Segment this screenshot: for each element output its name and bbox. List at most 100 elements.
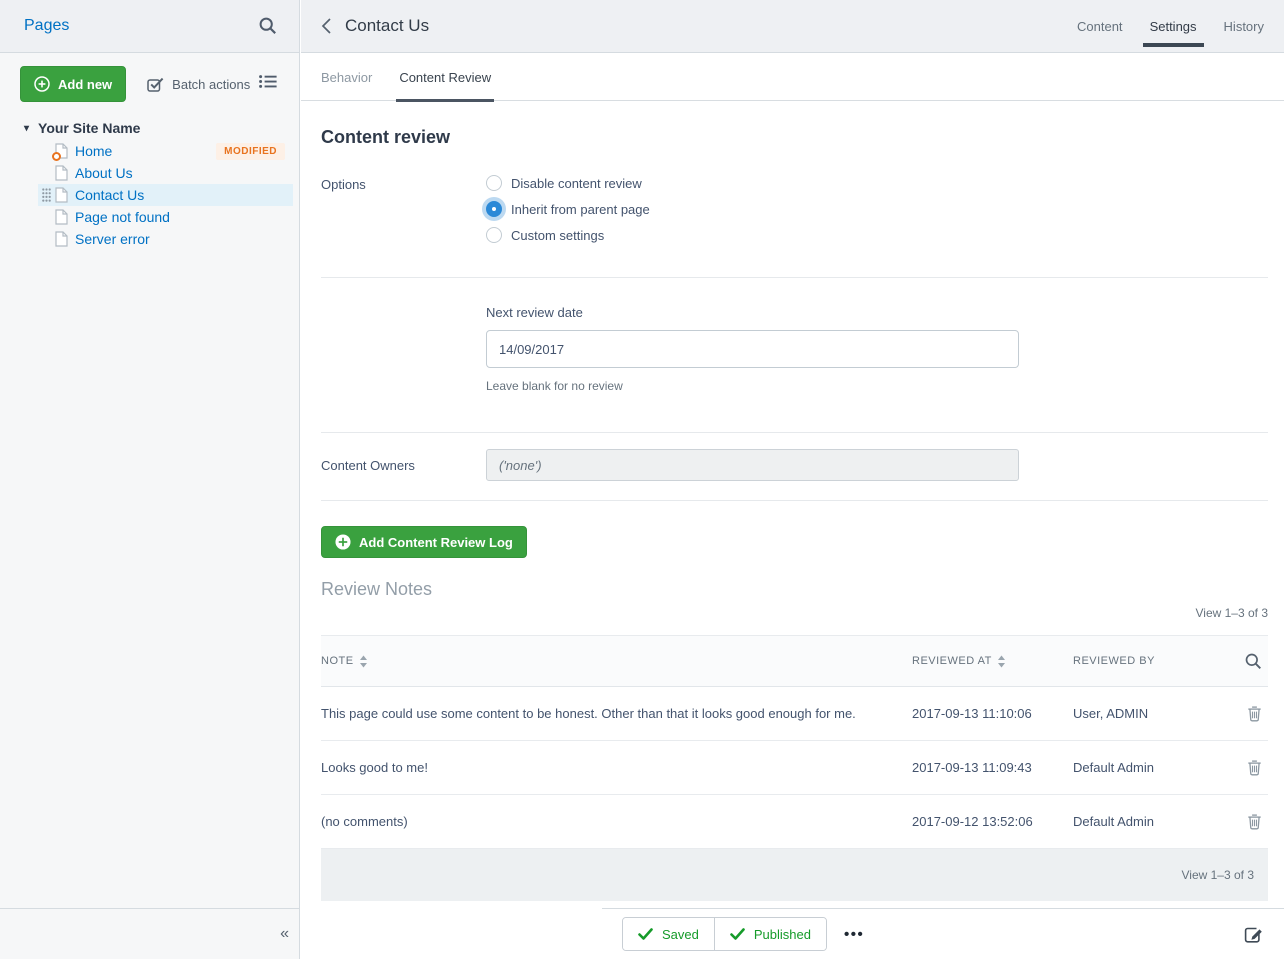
reviewed-at-cell: 2017-09-12 13:52:06 xyxy=(912,814,1073,829)
reviewed-by-cell: User, ADMIN xyxy=(1073,706,1223,721)
checkbox-check-icon xyxy=(147,77,164,92)
published-button[interactable]: Published xyxy=(714,918,826,950)
more-actions-icon[interactable]: ••• xyxy=(844,926,864,943)
main-header: Contact Us Content Settings History xyxy=(301,0,1284,53)
column-label: REVIEWED BY xyxy=(1073,655,1155,667)
drag-handle-icon[interactable] xyxy=(42,188,51,202)
radio-option-label: Custom settings xyxy=(511,228,604,243)
add-new-label: Add new xyxy=(58,77,112,92)
delete-icon[interactable] xyxy=(1247,813,1262,830)
batch-actions-button[interactable]: Batch actions xyxy=(141,76,256,93)
column-header-note[interactable]: NOTE xyxy=(321,655,912,668)
column-header-reviewed-at[interactable]: REVIEWED AT xyxy=(912,655,1073,668)
published-label: Published xyxy=(754,927,811,942)
delete-icon[interactable] xyxy=(1247,759,1262,776)
batch-actions-label: Batch actions xyxy=(172,77,250,92)
column-header-reviewed-by[interactable]: REVIEWED BY xyxy=(1073,655,1223,667)
radio-group: Disable content review Inherit from pare… xyxy=(486,175,650,253)
sort-icon[interactable] xyxy=(359,655,368,668)
radio-option-label: Inherit from parent page xyxy=(511,202,650,217)
page-icon xyxy=(55,187,68,203)
column-label: NOTE xyxy=(321,655,354,667)
sort-icon[interactable] xyxy=(997,655,1006,668)
back-icon[interactable] xyxy=(321,17,332,35)
content-owners-field: ('none') xyxy=(486,449,1019,481)
table-footer: View 1–3 of 3 xyxy=(321,849,1268,901)
note-cell: (no comments) xyxy=(321,814,912,829)
page-icon xyxy=(55,209,68,225)
search-icon[interactable] xyxy=(259,17,277,35)
content-owners-row: Content Owners ('none') xyxy=(321,449,1268,481)
reviewed-at-cell: 2017-09-13 11:10:06 xyxy=(912,706,1073,721)
radio-icon[interactable] xyxy=(486,227,502,243)
divider xyxy=(321,500,1268,501)
content-owners-label: Content Owners xyxy=(321,449,486,481)
options-row: Options Disable content review Inherit f… xyxy=(321,175,1268,253)
review-notes-table: NOTE REVIEWED AT REVIEWED BY xyxy=(321,635,1268,901)
tree-items: Home MODIFIED About Us xyxy=(0,140,299,250)
radio-option-label: Disable content review xyxy=(511,176,642,191)
list-view-icon[interactable] xyxy=(259,75,277,88)
page-tree: ▾ Your Site Name Home MODIFIED xyxy=(0,118,299,250)
add-new-button[interactable]: Add new xyxy=(20,66,126,102)
table-row: Looks good to me! 2017-09-13 11:09:43 De… xyxy=(321,741,1268,795)
page-icon xyxy=(55,165,68,181)
tree-item[interactable]: Home MODIFIED xyxy=(38,140,293,162)
options-label: Options xyxy=(321,175,486,253)
sidebar-footer: « xyxy=(0,908,299,959)
column-label: REVIEWED AT xyxy=(912,655,992,667)
view-count-bottom: View 1–3 of 3 xyxy=(1182,868,1255,882)
subtab[interactable]: Behavior xyxy=(321,70,372,100)
section-heading: Content review xyxy=(321,127,1268,148)
page-icon xyxy=(55,231,68,247)
modified-dot-icon xyxy=(52,152,61,161)
radio-icon[interactable] xyxy=(486,201,502,217)
edit-icon[interactable] xyxy=(1244,925,1264,944)
divider xyxy=(321,432,1268,433)
tree-item-label: Home xyxy=(75,140,112,162)
tree-item[interactable]: Contact Us xyxy=(38,184,293,206)
table-row: (no comments) 2017-09-12 13:52:06 Defaul… xyxy=(321,795,1268,849)
subtab[interactable]: Content Review xyxy=(399,70,491,100)
table-row: This page could use some content to be h… xyxy=(321,687,1268,741)
tree-item[interactable]: Page not found xyxy=(38,206,293,228)
tree-root-site[interactable]: ▾ Your Site Name xyxy=(0,118,299,140)
note-cell: Looks good to me! xyxy=(321,760,912,775)
radio-option[interactable]: Disable content review xyxy=(486,175,650,191)
radio-option[interactable]: Custom settings xyxy=(486,227,650,243)
top-tab[interactable]: History xyxy=(1224,0,1264,52)
sidebar: Pages Add new Batch actions xyxy=(0,0,300,959)
status-button-group: Saved Published xyxy=(622,917,827,951)
tree-item-label: Contact Us xyxy=(75,184,144,206)
next-review-label: Next review date xyxy=(486,305,1268,320)
next-review-help-text: Leave blank for no review xyxy=(486,379,1268,393)
view-count-top: View 1–3 of 3 xyxy=(321,606,1268,620)
actions-toolbar: Saved Published ••• xyxy=(602,908,1284,959)
check-icon xyxy=(730,928,745,940)
reviewed-by-cell: Default Admin xyxy=(1073,814,1223,829)
radio-option[interactable]: Inherit from parent page xyxy=(486,201,650,217)
table-header: NOTE REVIEWED AT REVIEWED BY xyxy=(321,636,1268,687)
sidebar-toolbar: Add new Batch actions xyxy=(0,53,299,102)
top-tab[interactable]: Content xyxy=(1077,0,1123,52)
tree-item-label: Server error xyxy=(75,228,150,250)
add-content-review-log-button[interactable]: Add Content Review Log xyxy=(321,526,527,558)
sidebar-header: Pages xyxy=(0,0,299,53)
plus-circle-icon xyxy=(34,76,50,92)
collapse-panel-icon[interactable]: « xyxy=(280,925,289,943)
table-rows: This page could use some content to be h… xyxy=(321,687,1268,849)
next-review-date-input[interactable] xyxy=(486,330,1019,368)
tree-item[interactable]: Server error xyxy=(38,228,293,250)
modified-badge: MODIFIED xyxy=(216,143,285,160)
table-search-icon[interactable] xyxy=(1245,653,1262,670)
content-area: Content review Options Disable content r… xyxy=(301,102,1284,908)
saved-button[interactable]: Saved xyxy=(623,918,714,950)
subtabs: Behavior Content Review xyxy=(301,53,1284,101)
delete-icon[interactable] xyxy=(1247,705,1262,722)
radio-icon[interactable] xyxy=(486,175,502,191)
top-tab[interactable]: Settings xyxy=(1150,0,1197,52)
caret-down-icon[interactable]: ▾ xyxy=(24,123,29,134)
reviewed-by-cell: Default Admin xyxy=(1073,760,1223,775)
note-cell: This page could use some content to be h… xyxy=(321,706,912,721)
tree-item[interactable]: About Us xyxy=(38,162,293,184)
